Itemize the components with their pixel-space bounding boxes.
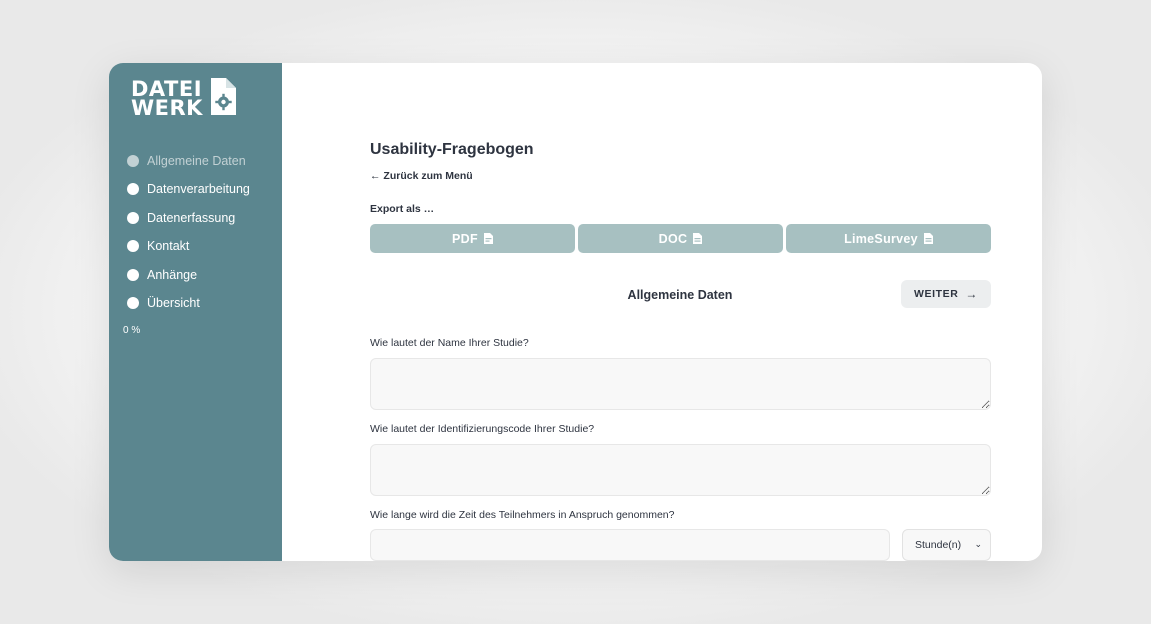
step-dot-icon [127,240,139,252]
export-pdf-label: PDF [452,231,478,246]
export-pdf-button[interactable]: PDF [370,224,575,253]
back-to-menu-link[interactable]: ← Zurück zum Menü [370,170,473,182]
step-dot-icon [127,269,139,281]
logo-text-line2: WERK [131,96,203,120]
export-limesurvey-button[interactable]: LimeSurvey [786,224,991,253]
export-doc-label: DOC [658,231,688,246]
sidebar-item-label: Datenverarbeitung [147,182,250,196]
sidebar-item-allgemeine-daten[interactable]: Allgemeine Daten [127,151,246,171]
time-unit-select[interactable]: Stunde(n) ⌄ [902,529,991,561]
step-dot-icon [127,297,139,309]
export-label: Export als … [370,203,435,215]
step-dot-icon [127,212,139,224]
step-dot-icon [127,155,139,167]
next-button-label: WEITER [913,288,959,300]
sidebar-item-anhaenge[interactable]: Anhänge [127,265,197,285]
participant-time-input[interactable] [370,529,890,561]
sidebar-item-uebersicht[interactable]: Übersicht [127,293,200,313]
pdf-file-icon [483,233,493,244]
dateiwerk-logo[interactable]: DATEI WERK [131,77,241,119]
time-unit-value: Stunde(n) [915,539,962,551]
app-window: DATEI WERK Allgemeine Daten Datenverarbe… [109,63,1042,561]
question-label-study-name: Wie lautet der Name Ihrer Studie? [370,337,529,349]
file-icon [923,233,933,244]
step-dot-icon [127,183,139,195]
document-gear-icon [211,78,236,115]
chevron-down-icon: ⌄ [974,539,982,549]
main-content: Usability-Fragebogen ← Zurück zum Menü E… [282,63,1042,561]
sidebar-item-label: Datenerfassung [147,211,236,225]
sidebar-item-datenerfassung[interactable]: Datenerfassung [127,208,235,228]
sidebar-item-label: Kontakt [147,239,190,253]
sidebar-item-label: Allgemeine Daten [147,154,246,168]
section-title: Allgemeine Daten [627,288,733,302]
sidebar-item-datenverarbeitung[interactable]: Datenverarbeitung [127,179,250,199]
doc-file-icon [693,233,703,244]
progress-percent: 0 % [123,325,141,336]
sidebar-item-label: Anhänge [147,268,198,282]
sidebar-item-label: Übersicht [147,296,200,310]
next-button[interactable]: WEITER → [901,280,991,308]
study-code-field[interactable] [370,444,991,496]
export-limesurvey-label: LimeSurvey [844,231,918,246]
export-doc-button[interactable]: DOC [578,224,783,253]
question-label-study-code: Wie lautet der Identifizierungscode Ihre… [370,423,595,435]
study-name-field[interactable] [370,358,991,410]
arrow-right-icon: → [965,287,979,301]
sidebar-item-kontakt[interactable]: Kontakt [127,236,189,256]
page-title: Usability-Fragebogen [370,141,534,158]
question-label-participant-time: Wie lange wird die Zeit des Teilnehmers … [370,509,675,521]
sidebar: DATEI WERK Allgemeine Daten Datenverarbe… [109,63,282,561]
